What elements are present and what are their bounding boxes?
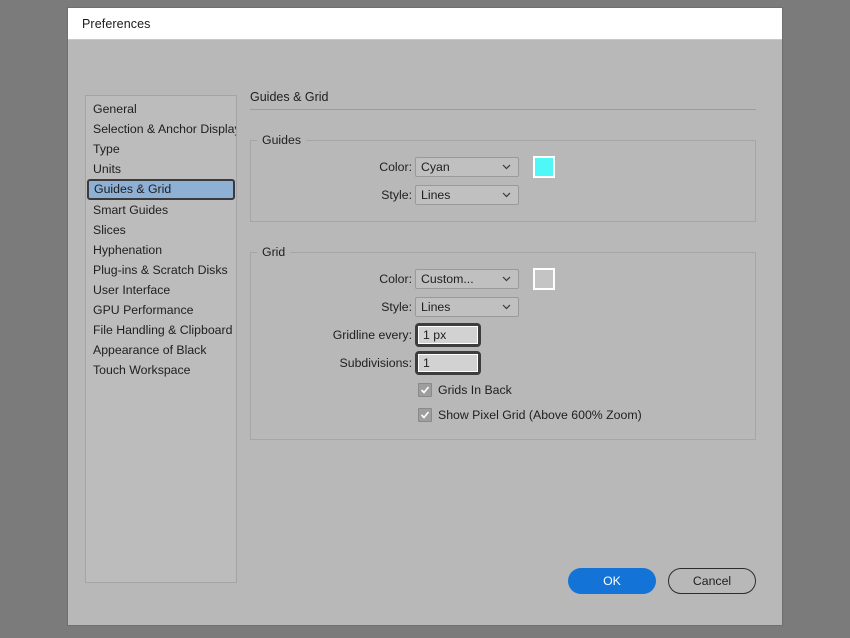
- category-list[interactable]: General Selection & Anchor Display Type Uni…: [85, 95, 237, 583]
- chevron-down-icon: [502, 190, 511, 199]
- guides-group-legend: Guides: [257, 133, 306, 147]
- chevron-down-icon: [502, 162, 511, 171]
- subdivisions-input[interactable]: 1: [415, 351, 481, 375]
- sidebar-item-type[interactable]: Type: [86, 139, 236, 159]
- grid-color-select[interactable]: Custom...: [415, 269, 519, 289]
- gridline-every-label: Gridline every:: [251, 328, 415, 342]
- guides-color-swatch[interactable]: [533, 156, 555, 178]
- cancel-button[interactable]: Cancel: [668, 568, 756, 594]
- guides-color-label: Color:: [251, 160, 415, 174]
- subdivisions-inner: 1: [418, 354, 478, 372]
- sidebar-item-smart-guides[interactable]: Smart Guides: [86, 200, 236, 220]
- sidebar-item-general[interactable]: General: [86, 99, 236, 119]
- sidebar-item-label: Units: [93, 162, 121, 176]
- grid-style-value: Lines: [416, 300, 450, 314]
- grid-group-legend: Grid: [257, 245, 290, 259]
- grids-in-back-checkbox[interactable]: [418, 383, 432, 397]
- dialog-title: Preferences: [68, 17, 151, 31]
- grid-color-row: Color: Custom...: [251, 265, 755, 293]
- sidebar-item-touch-workspace[interactable]: Touch Workspace: [86, 360, 236, 380]
- grid-group: Grid Color: Custom... Style:: [250, 245, 756, 440]
- guides-color-value: Cyan: [416, 160, 450, 174]
- chevron-down-icon: [502, 302, 511, 311]
- gridline-every-input[interactable]: 1 px: [415, 323, 481, 347]
- show-pixel-grid-row: Show Pixel Grid (Above 600% Zoom): [251, 402, 755, 427]
- grid-style-row: Style: Lines: [251, 293, 755, 321]
- page-title: Guides & Grid: [250, 90, 756, 110]
- guides-color-row: Color: Cyan: [251, 153, 755, 181]
- dialog-body: General Selection & Anchor Display Type Uni…: [68, 40, 782, 625]
- show-pixel-grid-checkbox[interactable]: [418, 408, 432, 422]
- sidebar-item-label: Appearance of Black: [93, 343, 206, 357]
- guides-style-row: Style: Lines: [251, 181, 755, 209]
- grid-color-label: Color:: [251, 272, 415, 286]
- grid-style-label: Style:: [251, 300, 415, 314]
- preferences-dialog: Preferences General Selection & Anchor Di…: [68, 8, 782, 625]
- guides-color-select[interactable]: Cyan: [415, 157, 519, 177]
- guides-group: Guides Color: Cyan Style:: [250, 133, 756, 222]
- grid-color-value: Custom...: [416, 272, 474, 286]
- sidebar-item-label: Smart Guides: [93, 203, 168, 217]
- sidebar-item-plug-ins-scratch-disks[interactable]: Plug-ins & Scratch Disks: [86, 260, 236, 280]
- sidebar-item-label: File Handling & Clipboard: [93, 323, 232, 337]
- show-pixel-grid-label: Show Pixel Grid (Above 600% Zoom): [438, 408, 642, 422]
- guides-style-label: Style:: [251, 188, 415, 202]
- sidebar-item-slices[interactable]: Slices: [86, 220, 236, 240]
- gridline-every-inner: 1 px: [418, 326, 478, 344]
- sidebar-item-label: Hyphenation: [93, 243, 162, 257]
- gridline-every-row: Gridline every: 1 px: [251, 321, 755, 349]
- sidebar-item-units[interactable]: Units: [86, 159, 236, 179]
- chevron-down-icon: [502, 274, 511, 283]
- dialog-titlebar: Preferences: [68, 8, 782, 40]
- grids-in-back-label: Grids In Back: [438, 383, 512, 397]
- settings-pane: Guides & Grid Guides Color: Cyan: [250, 90, 756, 440]
- gridline-every-value: 1 px: [419, 328, 446, 342]
- sidebar-item-label: General: [93, 102, 137, 116]
- ok-button[interactable]: OK: [568, 568, 656, 594]
- grid-style-select[interactable]: Lines: [415, 297, 519, 317]
- sidebar-item-user-interface[interactable]: User Interface: [86, 280, 236, 300]
- sidebar-item-label: Plug-ins & Scratch Disks: [93, 263, 228, 277]
- sidebar-item-label: User Interface: [93, 283, 170, 297]
- sidebar-item-gpu-performance[interactable]: GPU Performance: [86, 300, 236, 320]
- grid-color-swatch[interactable]: [533, 268, 555, 290]
- subdivisions-label: Subdivisions:: [251, 356, 415, 370]
- subdivisions-value: 1: [419, 356, 430, 370]
- sidebar-item-label: Type: [93, 142, 120, 156]
- sidebar-item-appearance-of-black[interactable]: Appearance of Black: [86, 340, 236, 360]
- sidebar-item-hyphenation[interactable]: Hyphenation: [86, 240, 236, 260]
- sidebar-item-label: GPU Performance: [93, 303, 193, 317]
- sidebar-item-selection-anchor-display[interactable]: Selection & Anchor Display: [86, 119, 236, 139]
- sidebar-item-label: Slices: [93, 223, 126, 237]
- sidebar-item-guides-grid[interactable]: Guides & Grid: [87, 179, 235, 200]
- sidebar-item-label: Guides & Grid: [94, 182, 171, 196]
- sidebar-item-label: Selection & Anchor Display: [93, 122, 237, 136]
- sidebar-item-file-handling-clipboard[interactable]: File Handling & Clipboard: [86, 320, 236, 340]
- guides-style-value: Lines: [416, 188, 450, 202]
- guides-style-select[interactable]: Lines: [415, 185, 519, 205]
- dialog-footer: OK Cancel: [568, 568, 756, 594]
- grids-in-back-row: Grids In Back: [251, 377, 755, 402]
- sidebar-item-label: Touch Workspace: [93, 363, 191, 377]
- subdivisions-row: Subdivisions: 1: [251, 349, 755, 377]
